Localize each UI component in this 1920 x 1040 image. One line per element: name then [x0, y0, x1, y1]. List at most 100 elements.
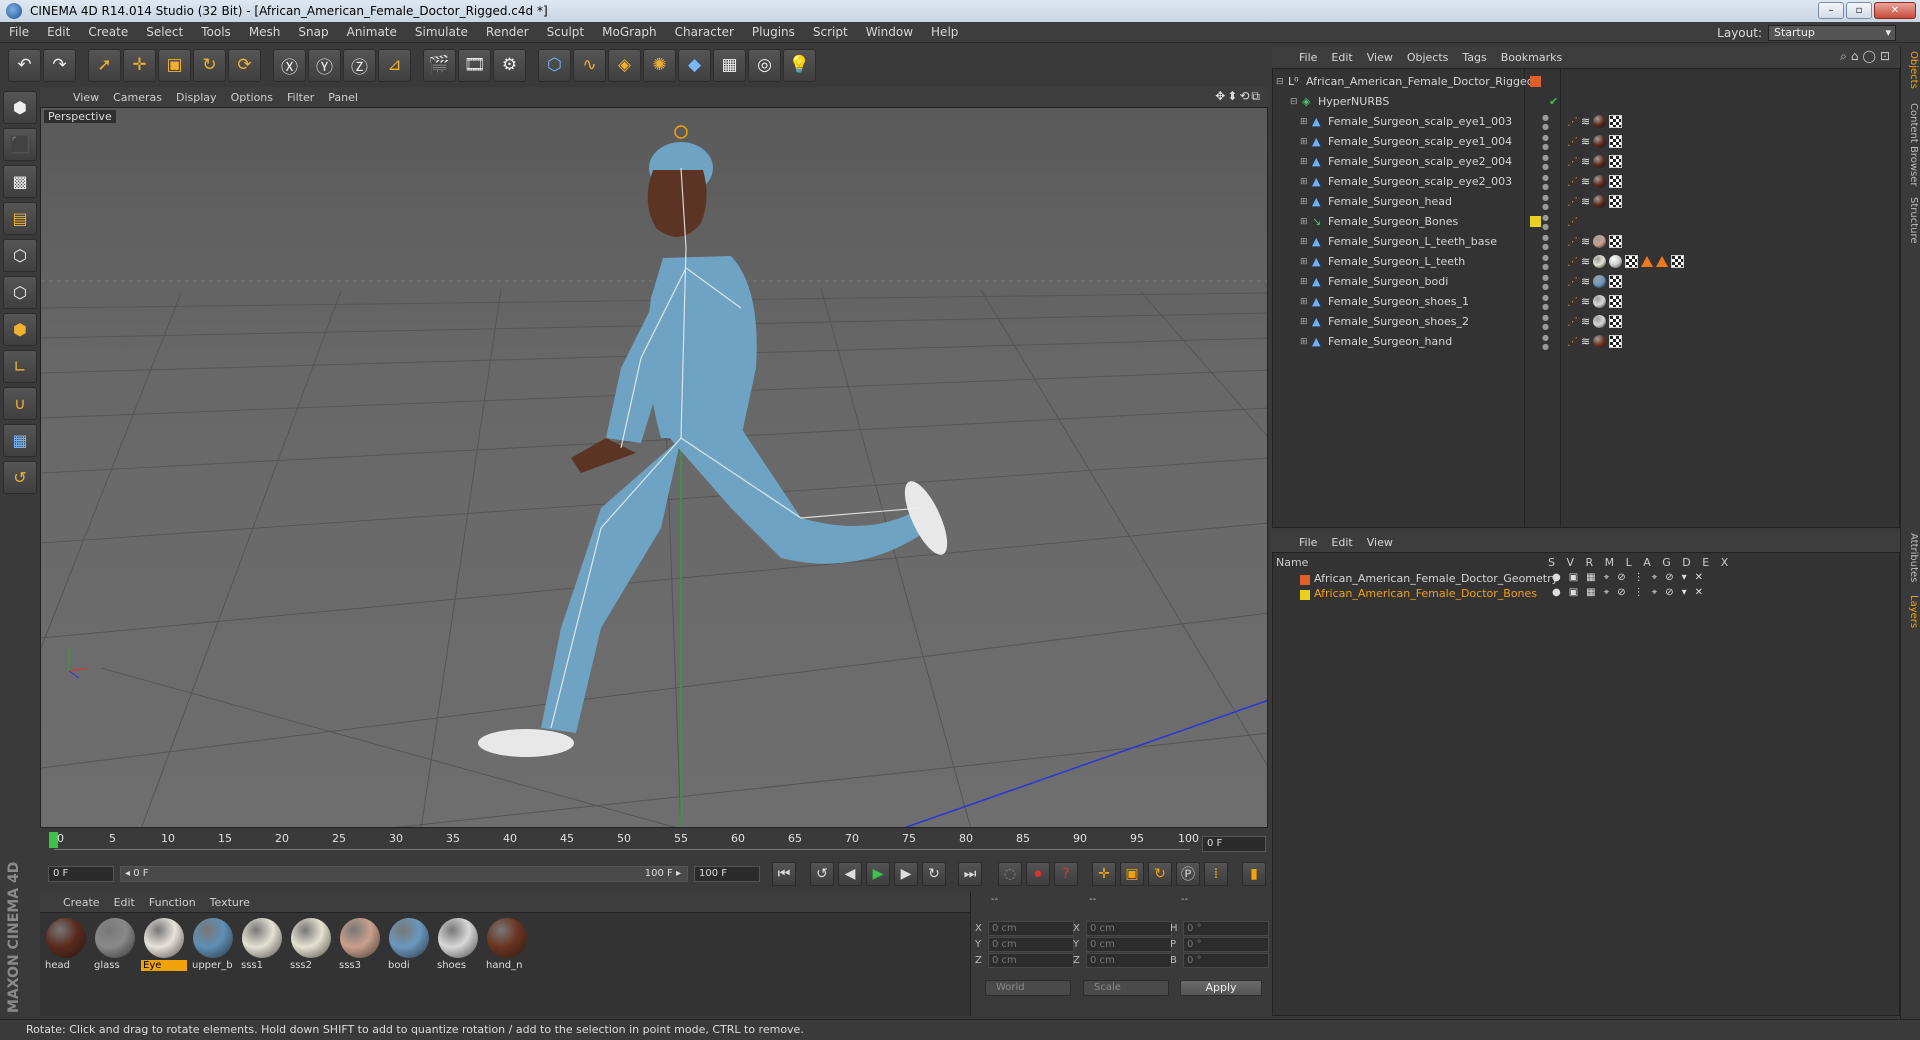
- menu-sculpt[interactable]: Sculpt: [538, 25, 593, 39]
- visibility-dots-icon[interactable]: ● ●: [1542, 333, 1562, 351]
- collapse-icon[interactable]: ⊟: [1276, 77, 1284, 87]
- tab-content-browser[interactable]: Content Browser: [1903, 103, 1919, 186]
- material-menu-texture[interactable]: Texture: [203, 896, 257, 909]
- skin-tag-icon[interactable]: ≋: [1581, 115, 1590, 128]
- material-swatch[interactable]: upper_b: [190, 916, 236, 974]
- camera-icon[interactable]: ◎: [748, 48, 781, 82]
- visibility-dots-icon[interactable]: ● ●: [1542, 273, 1562, 291]
- weight-tag-icon[interactable]: ⋰: [1567, 275, 1578, 288]
- go-to-start-icon[interactable]: ⏮: [772, 862, 796, 886]
- y-axis-lock-icon[interactable]: Ⓨ: [308, 48, 341, 82]
- viewport-menu-panel[interactable]: Panel: [321, 91, 365, 104]
- object-row-hypernurbs[interactable]: ⊟ ◈ HyperNURBS ✔: [1272, 92, 1900, 111]
- object-row[interactable]: ⊞ ▲ Female_Surgeon_bodi ● ● ⋰ ≋: [1272, 272, 1900, 291]
- record-active-icon[interactable]: ◌: [998, 862, 1022, 886]
- object-row[interactable]: ⊞ ↘ Female_Surgeon_Bones ● ● ⋰: [1272, 212, 1900, 231]
- skin-tag-icon[interactable]: ≋: [1581, 155, 1590, 168]
- menu-mograph[interactable]: MoGraph: [593, 25, 666, 39]
- om-menu-view[interactable]: View: [1360, 51, 1400, 64]
- menu-character[interactable]: Character: [666, 25, 743, 39]
- menu-mesh[interactable]: Mesh: [240, 25, 290, 39]
- object-row[interactable]: ⊞ ▲ Female_Surgeon_scalp_eye1_003 ● ● ⋰ ≋: [1272, 112, 1900, 131]
- expand-icon[interactable]: ⊞: [1300, 217, 1308, 227]
- perspective-viewport[interactable]: [40, 107, 1268, 828]
- expand-icon[interactable]: ⊞: [1300, 137, 1308, 147]
- maximize-button[interactable]: ▫: [1846, 2, 1872, 19]
- coord-value-field[interactable]: 0 °: [1183, 953, 1269, 968]
- object-row[interactable]: ⊞ ▲ Female_Surgeon_scalp_eye1_004 ● ● ⋰ ≋: [1272, 132, 1900, 151]
- spline-pen-icon[interactable]: ∿: [573, 48, 606, 82]
- material-swatch[interactable]: sss3: [337, 916, 383, 974]
- material-swatch[interactable]: sss2: [288, 916, 334, 974]
- visibility-dots-icon[interactable]: ● ●: [1542, 193, 1562, 211]
- coord-value-field[interactable]: 0 °: [1183, 937, 1269, 952]
- lm-menu-view[interactable]: View: [1360, 536, 1400, 549]
- expand-icon[interactable]: ⊞: [1300, 177, 1308, 187]
- material-tag-icon[interactable]: [1593, 115, 1607, 128]
- tab-attributes[interactable]: Attributes: [1903, 533, 1919, 582]
- z-axis-lock-icon[interactable]: Ⓩ: [343, 48, 376, 82]
- material-swatch[interactable]: sss1: [239, 916, 285, 974]
- material-swatch[interactable]: shoes: [435, 916, 481, 974]
- skin-tag-icon[interactable]: ≋: [1581, 175, 1590, 188]
- apply-button[interactable]: Apply: [1180, 980, 1262, 996]
- weight-tag-icon[interactable]: ⋰: [1567, 115, 1578, 128]
- tab-objects[interactable]: Objects: [1903, 51, 1919, 89]
- render-view-icon[interactable]: 🎬: [423, 48, 456, 82]
- magnet-icon[interactable]: ∪: [3, 387, 37, 420]
- go-to-end-icon[interactable]: ⏭: [958, 862, 982, 886]
- menu-file[interactable]: File: [0, 25, 38, 39]
- layer-row[interactable]: African_American_Female_Doctor_Geometry …: [1276, 572, 1896, 587]
- weight-tag-icon[interactable]: ⋰: [1567, 335, 1578, 348]
- coord-value-field[interactable]: 0 cm: [988, 921, 1074, 936]
- uvw-tag-icon[interactable]: [1609, 175, 1623, 188]
- material-tag-icon[interactable]: [1593, 175, 1607, 188]
- object-row[interactable]: ⊞ ▲ Female_Surgeon_scalp_eye2_004 ● ● ⋰ ≋: [1272, 152, 1900, 171]
- uvw-tag-icon[interactable]: [1671, 255, 1685, 268]
- rotate-icon[interactable]: ↻: [193, 48, 226, 82]
- expand-icon[interactable]: ⊞: [1300, 157, 1308, 167]
- object-row[interactable]: ⊞ ▲ Female_Surgeon_shoes_1 ● ● ⋰ ≋: [1272, 292, 1900, 311]
- material-tag-icon[interactable]: [1609, 255, 1623, 268]
- material-swatch[interactable]: glass: [92, 916, 138, 974]
- collapse-icon[interactable]: ⊟: [1290, 97, 1298, 107]
- recent-tool-icon[interactable]: ⟳: [228, 48, 261, 82]
- render-settings-icon[interactable]: ⚙: [493, 48, 526, 82]
- om-menu-file[interactable]: File: [1292, 51, 1324, 64]
- weight-tag-icon[interactable]: ⋰: [1567, 295, 1578, 308]
- uvw-tag-icon[interactable]: [1609, 155, 1623, 168]
- object-row[interactable]: ⊞ ▲ Female_Surgeon_shoes_2 ● ● ⋰ ≋: [1272, 312, 1900, 331]
- viewport-menu-view[interactable]: View: [66, 91, 106, 104]
- layout-dropdown[interactable]: Startup: [1768, 24, 1896, 41]
- start-frame-field[interactable]: 0 F: [48, 866, 114, 882]
- visibility-dots-icon[interactable]: ● ●: [1542, 113, 1562, 131]
- object-row-root[interactable]: ⊟ L⁰ African_American_Female_Doctor_Rigg…: [1272, 72, 1900, 91]
- key-scale-icon[interactable]: ▣: [1120, 862, 1144, 886]
- om-menu-objects[interactable]: Objects: [1400, 51, 1456, 64]
- expand-icon[interactable]: ⊞: [1300, 317, 1308, 327]
- coord-value-field[interactable]: 0 cm: [1086, 921, 1172, 936]
- viewport-menu-cameras[interactable]: Cameras: [106, 91, 169, 104]
- scale-icon[interactable]: ▣: [158, 48, 191, 82]
- previous-key-icon[interactable]: ↺: [810, 862, 834, 886]
- tab-structure[interactable]: Structure: [1903, 197, 1919, 244]
- menu-render[interactable]: Render: [477, 25, 538, 39]
- weight-tag-icon[interactable]: ⋰: [1567, 195, 1578, 208]
- object-row[interactable]: ⊞ ▲ Female_Surgeon_L_teeth ● ● ⋰ ≋: [1272, 252, 1900, 271]
- weight-tag-icon[interactable]: ⋰: [1567, 255, 1578, 268]
- next-frame-icon[interactable]: ▶: [894, 862, 918, 886]
- coord-value-field[interactable]: 0 cm: [1086, 937, 1172, 952]
- om-menu-edit[interactable]: Edit: [1324, 51, 1359, 64]
- layer-flag-icons[interactable]: ●▣▦⌖⊘⋮⌖⊘▾✕: [1552, 587, 1711, 598]
- next-key-icon[interactable]: ↻: [922, 862, 946, 886]
- autokey-icon[interactable]: ⏺: [1026, 862, 1050, 886]
- floor-icon[interactable]: ▦: [713, 48, 746, 82]
- locked-workplane-icon[interactable]: ↺: [3, 461, 37, 494]
- light-icon[interactable]: 💡: [783, 48, 816, 82]
- visibility-dots-icon[interactable]: ● ●: [1542, 253, 1562, 271]
- material-tag-icon[interactable]: [1593, 275, 1607, 288]
- weight-tag-icon[interactable]: ⋰: [1567, 155, 1578, 168]
- play-icon[interactable]: ▶: [866, 862, 890, 886]
- undo-icon[interactable]: ↶: [8, 48, 41, 82]
- object-row[interactable]: ⊞ ▲ Female_Surgeon_scalp_eye2_003 ● ● ⋰ ≋: [1272, 172, 1900, 191]
